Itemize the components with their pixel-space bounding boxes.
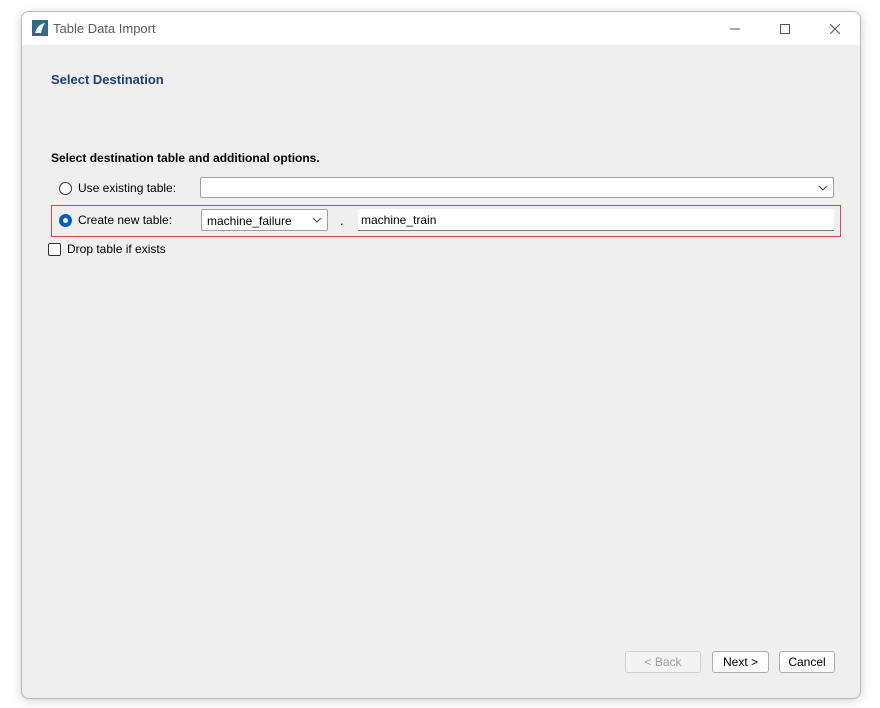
title-bar: Table Data Import xyxy=(22,12,860,45)
schema-select[interactable]: machine_failure xyxy=(201,209,328,231)
next-button[interactable]: Next > xyxy=(712,651,769,673)
table-data-import-window: Table Data Import Select Destination Sel… xyxy=(21,11,861,699)
maximize-button[interactable] xyxy=(762,12,808,45)
create-new-table-option[interactable]: Create new table: xyxy=(59,213,172,227)
close-button[interactable] xyxy=(812,12,858,45)
page-title: Select Destination xyxy=(51,72,164,87)
instructions-text: Select destination table and additional … xyxy=(51,151,320,165)
drop-table-label: Drop table if exists xyxy=(67,242,166,256)
create-new-label: Create new table: xyxy=(78,213,173,227)
minimize-button[interactable] xyxy=(712,12,758,45)
window-title: Table Data Import xyxy=(53,21,156,36)
use-existing-label: Use existing table: xyxy=(78,181,177,195)
chevron-down-icon xyxy=(818,185,828,191)
minimize-icon xyxy=(730,28,740,29)
schema-table-separator: . xyxy=(340,213,344,228)
table-name-input[interactable] xyxy=(358,209,834,231)
mysql-dolphin-icon xyxy=(32,20,48,36)
use-existing-table-option[interactable]: Use existing table: xyxy=(59,181,176,195)
close-icon xyxy=(830,23,840,34)
chevron-down-icon xyxy=(312,217,322,223)
drop-table-option[interactable]: Drop table if exists xyxy=(48,242,166,256)
schema-select-value: machine_failure xyxy=(207,214,292,228)
back-button[interactable]: < Back xyxy=(625,651,701,673)
drop-table-checkbox[interactable] xyxy=(48,242,61,256)
create-new-radio[interactable] xyxy=(59,213,72,227)
maximize-icon xyxy=(780,23,790,34)
cancel-button[interactable]: Cancel xyxy=(779,651,835,673)
use-existing-radio[interactable] xyxy=(59,181,72,195)
existing-table-select[interactable] xyxy=(200,177,834,198)
